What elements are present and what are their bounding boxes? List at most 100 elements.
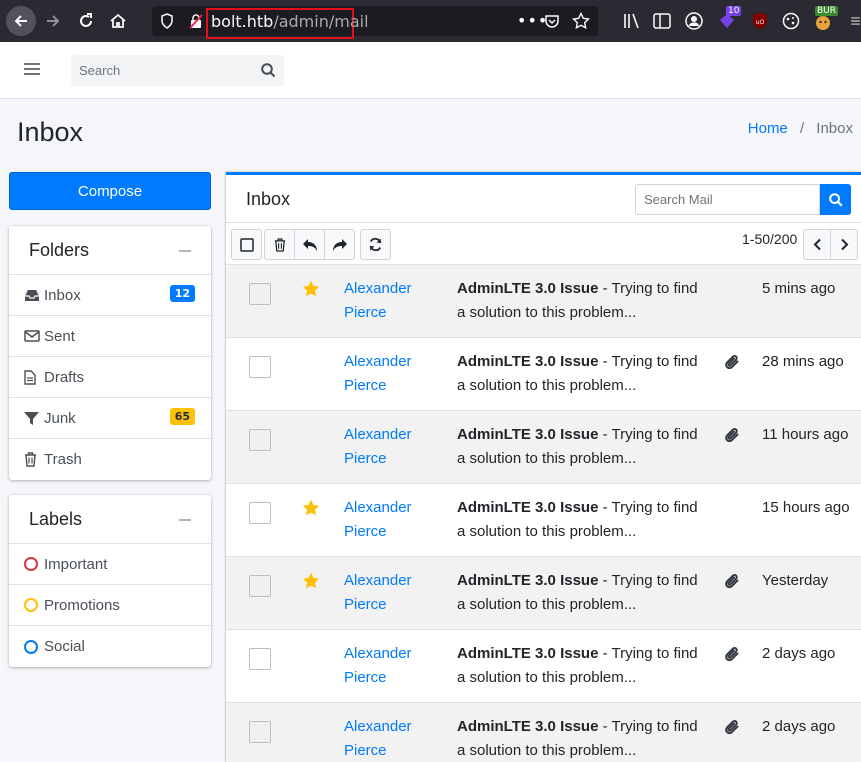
previous-page-button[interactable] [803, 229, 831, 260]
star-icon[interactable] [302, 499, 320, 516]
folder-drafts[interactable]: Drafts [9, 357, 211, 398]
delete-button[interactable] [264, 229, 295, 260]
breadcrumb-separator: / [799, 120, 805, 137]
message-checkbox[interactable] [249, 575, 271, 597]
mailbox-card: Inbox 1-50/200 Alexander Pierce AdminLTE … [226, 172, 861, 762]
chevron-left-icon [813, 238, 821, 251]
paperclip-icon [724, 354, 740, 371]
message-sender-link[interactable]: Alexander Pierce [344, 569, 429, 617]
insecure-lock-icon [189, 14, 203, 29]
message-checkbox[interactable] [249, 502, 271, 524]
message-sender-link[interactable]: Alexander Pierce [344, 277, 429, 325]
folders-card: Folders Inbox 12 Sent Drafts Junk 65 Tra… [9, 226, 211, 480]
burp-badge: BUR [815, 6, 839, 16]
message-checkbox[interactable] [249, 721, 271, 743]
envelope-icon [24, 330, 44, 342]
hamburger-icon[interactable] [24, 62, 40, 76]
breadcrumb-home-link[interactable]: Home [748, 120, 788, 137]
message-row[interactable]: Alexander Pierce AdminLTE 3.0 Issue - Try… [226, 265, 861, 338]
cookie-icon[interactable] [781, 11, 801, 31]
message-row[interactable]: Alexander Pierce AdminLTE 3.0 Issue - Try… [226, 411, 861, 484]
message-subject-title: AdminLTE 3.0 Issue [457, 280, 599, 297]
folder-label: Inbox [44, 286, 81, 304]
folder-trash[interactable]: Trash [9, 439, 211, 480]
message-date: 11 hours ago [762, 426, 849, 443]
message-row[interactable]: Alexander Pierce AdminLTE 3.0 Issue - Try… [226, 557, 861, 630]
message-subject: AdminLTE 3.0 Issue - Trying to find a so… [457, 423, 702, 471]
message-date: Yesterday [762, 572, 829, 589]
message-row[interactable]: Alexander Pierce AdminLTE 3.0 Issue - Try… [226, 484, 861, 557]
folders-title: Folders [29, 239, 90, 260]
search-mail-input[interactable] [635, 184, 820, 215]
message-subject: AdminLTE 3.0 Issue - Trying to find a so… [457, 350, 702, 398]
message-date: 2 days ago [762, 645, 836, 662]
message-checkbox[interactable] [249, 429, 271, 451]
message-subject: AdminLTE 3.0 Issue - Trying to find a so… [457, 277, 702, 325]
message-subject: AdminLTE 3.0 Issue - Trying to find a so… [457, 569, 702, 617]
bookmark-star-icon [572, 12, 590, 30]
chevron-right-icon [840, 238, 848, 251]
compose-button[interactable]: Compose [9, 172, 211, 210]
reply-button[interactable] [294, 229, 325, 260]
reload-button[interactable] [71, 6, 101, 36]
star-icon[interactable] [302, 280, 320, 297]
account-icon[interactable] [684, 11, 704, 31]
collapse-icon[interactable] [179, 519, 191, 521]
message-subject: AdminLTE 3.0 Issue - Trying to find a so… [457, 715, 702, 762]
label-important[interactable]: Important [9, 544, 211, 585]
message-sender-link[interactable]: Alexander Pierce [344, 423, 429, 471]
home-button[interactable] [103, 6, 133, 36]
message-row[interactable]: Alexander Pierce AdminLTE 3.0 Issue - Try… [226, 630, 861, 703]
labels-card: Labels Important Promotions Social [9, 495, 211, 667]
breadcrumb-current: Inbox [816, 120, 853, 137]
label-social[interactable]: Social [9, 626, 211, 667]
ublock-icon[interactable]: uO [750, 11, 770, 31]
message-checkbox[interactable] [249, 648, 271, 670]
star-icon[interactable] [302, 572, 320, 589]
folders-header: Folders [9, 226, 211, 275]
search-icon[interactable] [261, 63, 276, 78]
trash-icon [24, 452, 44, 467]
shield-icon [161, 13, 173, 29]
paperclip-icon [724, 427, 740, 444]
message-checkbox[interactable] [249, 356, 271, 378]
arrow-right-icon [47, 15, 60, 27]
message-sender-link[interactable]: Alexander Pierce [344, 715, 429, 762]
unread-count-badge: 12 [169, 285, 195, 302]
inbox-icon [24, 289, 44, 302]
filter-icon [24, 411, 44, 426]
url-text[interactable]: bolt.htb/admin/mail [211, 12, 369, 31]
home-icon [110, 13, 126, 28]
reload-icon [80, 13, 92, 27]
menu-icon[interactable] [850, 11, 861, 31]
message-row[interactable]: Alexander Pierce AdminLTE 3.0 Issue - Try… [226, 338, 861, 411]
back-button[interactable] [6, 6, 36, 36]
forward-button[interactable] [324, 229, 355, 260]
folder-sent[interactable]: Sent [9, 316, 211, 357]
square-icon [239, 237, 254, 252]
select-all-button[interactable] [231, 229, 262, 260]
circle-icon [24, 598, 44, 612]
search-mail-button[interactable] [820, 184, 851, 215]
sidebar-icon[interactable] [652, 11, 672, 31]
library-icon[interactable] [622, 11, 642, 31]
folder-inbox[interactable]: Inbox 12 [9, 275, 211, 316]
folder-junk[interactable]: Junk 65 [9, 398, 211, 439]
message-row[interactable]: Alexander Pierce AdminLTE 3.0 Issue - Try… [226, 703, 861, 762]
message-checkbox[interactable] [249, 283, 271, 305]
message-sender-link[interactable]: Alexander Pierce [344, 642, 429, 690]
extension-badge: 10 [726, 6, 742, 16]
paperclip-icon [724, 719, 740, 736]
label-promotions[interactable]: Promotions [9, 585, 211, 626]
message-sender-link[interactable]: Alexander Pierce [344, 496, 429, 544]
refresh-button[interactable] [360, 229, 391, 260]
forward-button[interactable] [38, 6, 68, 36]
paperclip-icon [724, 646, 740, 663]
collapse-icon[interactable] [179, 250, 191, 252]
paperclip-icon [724, 573, 740, 590]
next-page-button[interactable] [830, 229, 858, 260]
message-subject: AdminLTE 3.0 Issue - Trying to find a so… [457, 496, 702, 544]
message-sender-link[interactable]: Alexander Pierce [344, 350, 429, 398]
navbar-search-input[interactable] [71, 55, 251, 86]
message-subject-title: AdminLTE 3.0 Issue [457, 499, 599, 516]
